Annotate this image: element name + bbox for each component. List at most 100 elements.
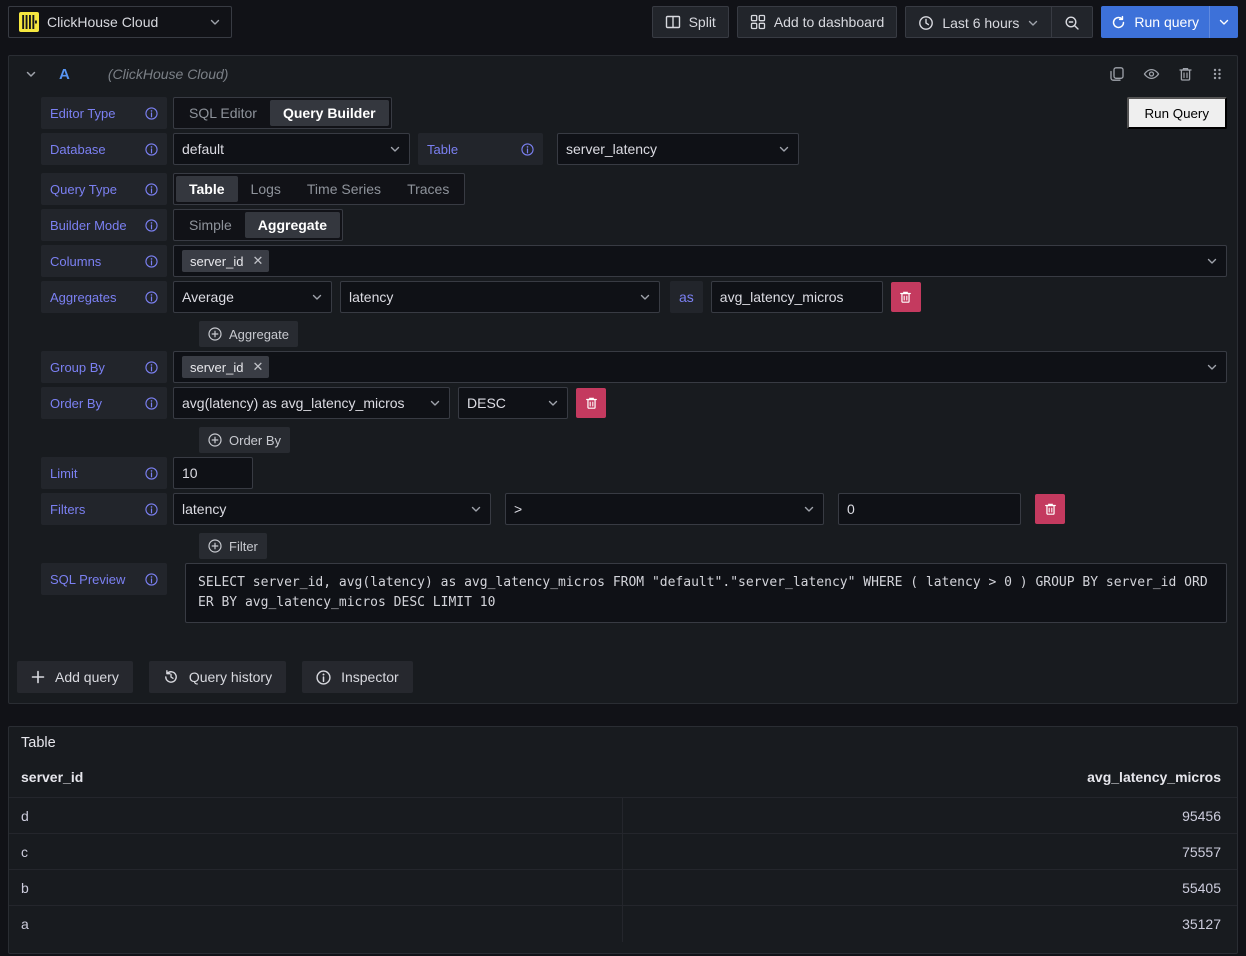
chevron-down-icon: [1027, 17, 1039, 29]
filter-value-input[interactable]: [838, 493, 1021, 525]
apps-grid-icon: [750, 14, 766, 30]
builder-mode-simple-option[interactable]: Simple: [176, 212, 245, 238]
split-icon: [665, 14, 681, 30]
remove-filter-button[interactable]: [1035, 494, 1065, 524]
selected-column-chip[interactable]: server_id ✕: [182, 250, 269, 272]
editor-type-toggle: SQL Editor Query Builder: [173, 97, 392, 129]
row-limit: Limit: [41, 457, 1227, 489]
table-row: a 35127: [9, 906, 1237, 942]
aggregate-column-select[interactable]: latency: [340, 281, 660, 313]
chevron-down-icon: [311, 291, 323, 303]
filter-operator-select[interactable]: >: [505, 493, 824, 525]
remove-chip-icon[interactable]: ✕: [250, 253, 265, 269]
add-query-button[interactable]: Add query: [17, 661, 133, 693]
run-query-button[interactable]: Run query: [1101, 6, 1209, 38]
delete-query-button[interactable]: [1178, 66, 1193, 82]
info-icon[interactable]: [145, 219, 158, 232]
trash-icon: [585, 396, 598, 410]
query-editor-footer: Add query Query history Inspector: [9, 627, 1237, 703]
remove-order-by-button[interactable]: [576, 388, 606, 418]
row-editor-type: Editor Type SQL Editor Query Builder Run…: [41, 97, 1227, 129]
info-icon[interactable]: [145, 573, 158, 586]
info-circle-icon: [316, 670, 331, 685]
query-ref-id: A: [59, 66, 70, 83]
inspector-button[interactable]: Inspector: [302, 661, 413, 693]
query-type-toggle: Table Logs Time Series Traces: [173, 173, 465, 205]
add-to-dashboard-button[interactable]: Add to dashboard: [737, 6, 898, 38]
info-icon[interactable]: [145, 467, 158, 480]
disable-query-eye-button[interactable]: [1143, 66, 1160, 82]
column-header-server-id[interactable]: server_id: [9, 769, 621, 785]
sql-editor-option[interactable]: SQL Editor: [176, 100, 270, 126]
chevron-down-icon: [803, 503, 815, 515]
query-history-button[interactable]: Query history: [149, 661, 286, 693]
columns-multiselect[interactable]: server_id ✕: [173, 245, 1227, 277]
order-by-field-select[interactable]: avg(latency) as avg_latency_micros: [173, 387, 450, 419]
add-filter-button[interactable]: Filter: [199, 533, 267, 559]
query-type-time-series-option[interactable]: Time Series: [294, 176, 394, 202]
row-filters: Filters latency >: [41, 493, 1227, 525]
run-query-options-button[interactable]: [1209, 6, 1238, 38]
table-select[interactable]: server_latency: [557, 133, 799, 165]
order-by-direction-select[interactable]: DESC: [458, 387, 568, 419]
info-icon[interactable]: [145, 255, 158, 268]
duplicate-query-button[interactable]: [1109, 66, 1125, 82]
info-icon[interactable]: [145, 143, 158, 156]
chevron-down-icon: [547, 397, 559, 409]
chevron-down-icon: [1218, 16, 1230, 28]
editor-type-label: Editor Type: [41, 97, 167, 129]
table-header-row: server_id avg_latency_micros: [9, 757, 1237, 798]
aggregate-alias-input[interactable]: [711, 281, 883, 313]
info-icon[interactable]: [145, 183, 158, 196]
column-header-avg-latency-micros[interactable]: avg_latency_micros: [621, 769, 1237, 785]
database-select[interactable]: default: [173, 133, 410, 165]
chevron-down-icon: [470, 503, 482, 515]
split-button[interactable]: Split: [652, 6, 729, 38]
chevron-down-icon: [778, 143, 790, 155]
run-query-split-button: Run query: [1101, 6, 1238, 38]
group-by-multiselect[interactable]: server_id ✕: [173, 351, 1227, 383]
query-type-traces-option[interactable]: Traces: [394, 176, 462, 202]
row-group-by: Group By server_id ✕: [41, 351, 1227, 383]
row-add-aggregate: Aggregate: [199, 321, 1227, 347]
time-range-picker[interactable]: Last 6 hours: [906, 7, 1051, 38]
explore-page: ClickHouse Cloud Split Add to dashboard: [0, 0, 1246, 956]
add-aggregate-button[interactable]: Aggregate: [199, 321, 298, 347]
info-icon[interactable]: [145, 397, 158, 410]
info-icon[interactable]: [145, 503, 158, 516]
clock-icon: [918, 15, 934, 31]
selected-group-by-chip[interactable]: server_id ✕: [182, 356, 269, 378]
limit-input[interactable]: [173, 457, 253, 489]
remove-chip-icon[interactable]: ✕: [250, 359, 265, 375]
info-icon[interactable]: [145, 107, 158, 120]
datasource-name: ClickHouse Cloud: [47, 14, 201, 30]
plus-icon: [31, 670, 45, 684]
row-database-table: Database default Table: [41, 133, 1227, 165]
query-type-table-option[interactable]: Table: [176, 176, 238, 202]
panel-run-query-button[interactable]: Run Query: [1127, 97, 1227, 129]
zoom-out-time-button[interactable]: [1051, 7, 1092, 38]
sql-preview-label: SQL Preview: [41, 563, 167, 595]
table-row: c 75557: [9, 834, 1237, 870]
drag-handle-icon[interactable]: [1211, 66, 1223, 82]
info-icon[interactable]: [145, 291, 158, 304]
aggregate-function-select[interactable]: Average: [173, 281, 332, 313]
datasource-picker[interactable]: ClickHouse Cloud: [8, 6, 232, 38]
database-label: Database: [41, 133, 167, 165]
query-type-logs-option[interactable]: Logs: [238, 176, 294, 202]
filter-column-select[interactable]: latency: [173, 493, 491, 525]
info-icon[interactable]: [145, 361, 158, 374]
circle-plus-icon: [208, 433, 222, 447]
info-icon[interactable]: [521, 143, 534, 156]
add-order-by-button[interactable]: Order By: [199, 427, 290, 453]
builder-mode-aggregate-option[interactable]: Aggregate: [245, 212, 340, 238]
row-columns: Columns server_id ✕: [41, 245, 1227, 277]
order-by-label: Order By: [41, 387, 167, 419]
query-builder-option[interactable]: Query Builder: [270, 100, 389, 126]
row-sql-preview: SQL Preview SELECT server_id, avg(latenc…: [41, 563, 1227, 623]
chevron-down-icon: [209, 16, 221, 28]
collapse-query-button[interactable]: [25, 68, 37, 80]
remove-aggregate-button[interactable]: [891, 282, 921, 312]
panel-title: Table: [9, 727, 1237, 751]
table-row: d 95456: [9, 798, 1237, 834]
